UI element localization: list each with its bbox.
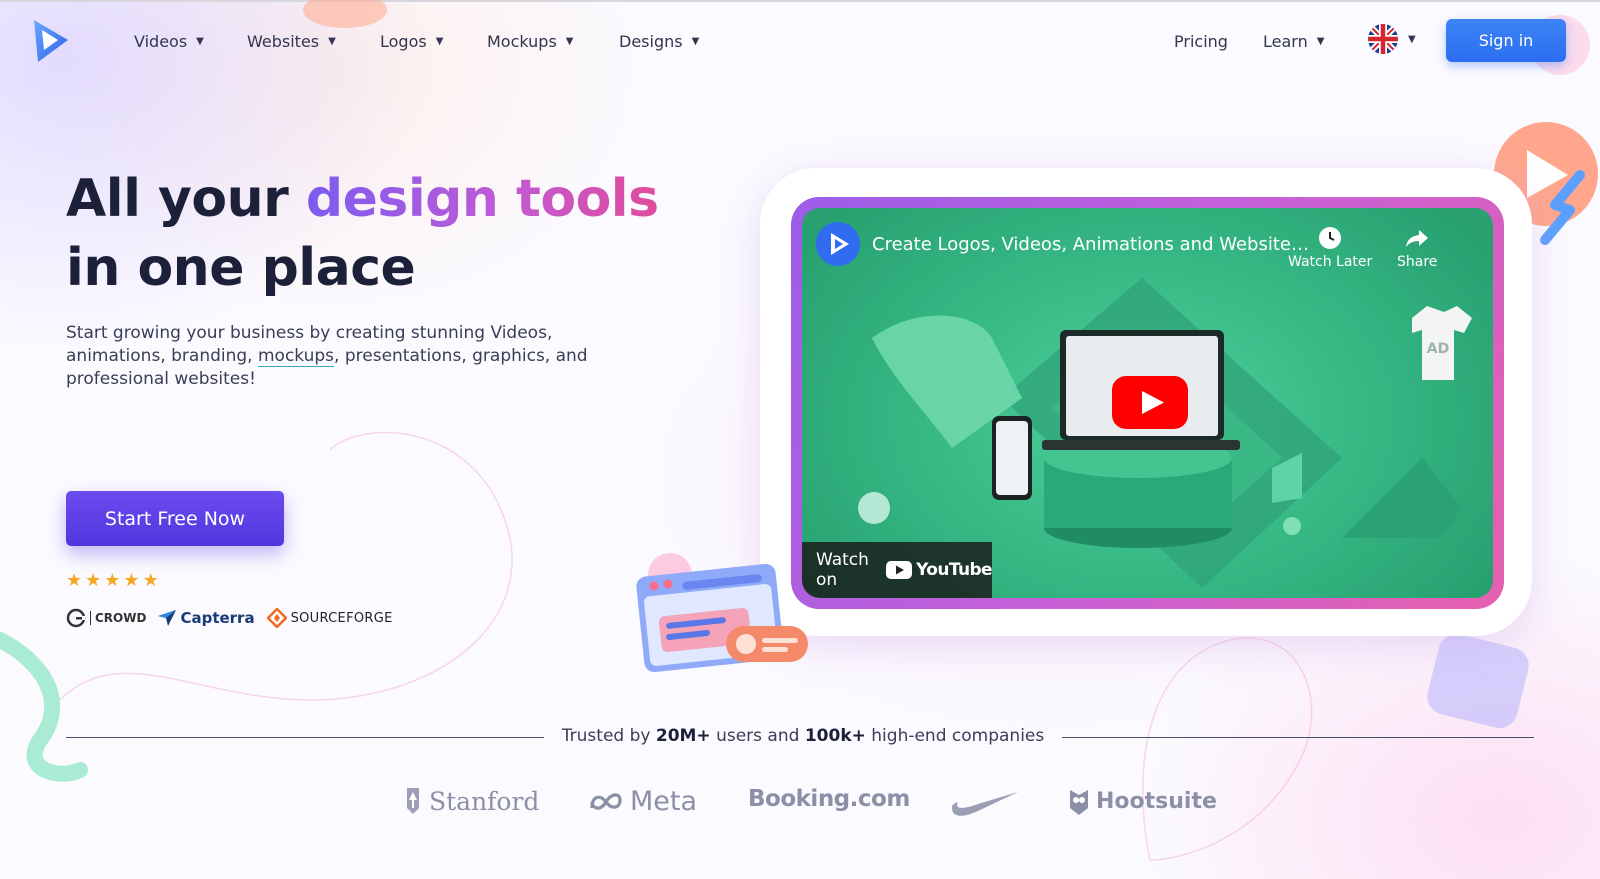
star-icon: ★	[123, 570, 140, 591]
uk-flag-icon	[1368, 24, 1398, 54]
share-label: Share	[1397, 254, 1438, 270]
capterra-badge: Capterra	[158, 609, 255, 627]
sign-in-button[interactable]: Sign in	[1446, 19, 1566, 62]
hootsuite-label: Hootsuite	[1096, 788, 1217, 814]
g2-crowd-badge: CROWD	[66, 608, 146, 628]
chevron-down-icon: ▼	[1408, 33, 1416, 45]
star-icon: ★	[142, 570, 159, 591]
start-free-button[interactable]: Start Free Now	[66, 491, 284, 546]
nav-learn-label: Learn	[1263, 31, 1308, 51]
meta-logo: Meta	[588, 786, 697, 817]
sourceforge-diamond-icon	[266, 608, 287, 628]
nike-swoosh-icon	[952, 792, 1018, 816]
nav-designs[interactable]: Designs ▼	[619, 28, 699, 54]
youtube-embed[interactable]: AD Create Logos, Videos, Animations and …	[802, 208, 1493, 598]
youtube-logo: YouTube	[886, 560, 993, 580]
channel-avatar-icon[interactable]	[816, 222, 860, 266]
youtube-wordmark: YouTube	[916, 560, 992, 580]
nav-websites-label: Websites	[247, 31, 320, 51]
companies-count: 100k+	[804, 726, 866, 746]
mockups-link[interactable]: mockups	[257, 346, 335, 367]
headline-highlight: design tools	[305, 169, 659, 229]
chevron-down-icon: ▼	[565, 35, 574, 47]
g2-logo-icon	[66, 608, 86, 628]
sourceforge-badge: SOURCEFORGE	[266, 608, 393, 628]
trusted-by-text: Trusted by 20M+ users and 100k+ high-end…	[548, 726, 1058, 746]
sourceforge-label: SOURCEFORGE	[290, 610, 393, 626]
chevron-down-icon: ▼	[1316, 35, 1325, 47]
nav-logos-label: Logos	[380, 31, 427, 51]
language-selector[interactable]: ▼	[1368, 24, 1416, 54]
booking-logo: Booking.com	[748, 786, 910, 812]
trusted-prefix: Trusted by	[561, 726, 656, 746]
capterra-arrow-icon	[158, 610, 177, 626]
share-icon	[1406, 230, 1429, 247]
hero-headline: All your design tools in one place	[66, 165, 706, 303]
watch-later-button[interactable]: Watch Later	[1288, 226, 1372, 270]
crowd-label: CROWD	[90, 611, 146, 625]
chevron-down-icon: ▼	[328, 35, 336, 47]
divider-right	[1062, 737, 1534, 738]
video-title[interactable]: Create Logos, Videos, Animations and Web…	[872, 234, 1309, 255]
stanford-logo: Stanford	[403, 786, 539, 816]
watch-on-label: Watch on	[816, 550, 869, 590]
nav-designs-label: Designs	[619, 31, 683, 51]
nav-logos[interactable]: Logos ▼	[380, 28, 443, 54]
hootsuite-logo: Hootsuite	[1068, 786, 1217, 816]
review-badges: CROWD Capterra SOURCEFORGE	[66, 608, 393, 628]
hero-subtitle: Start growing your business by creating …	[66, 322, 626, 391]
nav-pricing[interactable]: Pricing	[1174, 28, 1228, 54]
headline-part2: in one place	[66, 238, 416, 298]
star-icon: ★	[85, 570, 102, 591]
meta-label: Meta	[630, 786, 698, 817]
capterra-label: Capterra	[180, 609, 255, 627]
nav-mockups-label: Mockups	[487, 31, 557, 51]
chevron-down-icon: ▼	[691, 35, 700, 47]
brand-logo[interactable]	[32, 18, 70, 64]
star-icon: ★	[66, 570, 83, 591]
booking-label: Booking.com	[748, 786, 910, 812]
meta-infinity-icon	[590, 792, 622, 810]
svg-text:AD: AD	[1427, 341, 1449, 357]
star-icon: ★	[104, 570, 121, 591]
chevron-down-icon: ▼	[435, 35, 444, 47]
divider-left	[66, 737, 544, 738]
trusted-suffix: high-end companies	[865, 726, 1045, 746]
youtube-play-icon	[886, 561, 913, 579]
browser-window-illustration	[636, 564, 808, 673]
nav-videos-label: Videos	[134, 31, 188, 51]
owl-icon	[1070, 790, 1088, 815]
share-button[interactable]: Share	[1397, 226, 1437, 270]
nav-pricing-label: Pricing	[1174, 31, 1228, 51]
nav-learn[interactable]: Learn ▼	[1263, 28, 1324, 54]
watch-later-label: Watch Later	[1288, 254, 1373, 270]
users-count: 20M+	[655, 726, 711, 746]
clock-icon	[1319, 227, 1342, 249]
nav-mockups[interactable]: Mockups ▼	[487, 28, 574, 54]
chevron-down-icon: ▼	[196, 35, 204, 47]
watch-on-youtube-button[interactable]: Watch on YouTube	[802, 542, 993, 598]
stanford-label: Stanford	[429, 786, 540, 816]
trusted-middle: users and	[710, 726, 805, 746]
headline-part1: All your	[66, 169, 306, 229]
play-button-icon[interactable]	[1112, 376, 1188, 429]
nav-websites[interactable]: Websites ▼	[247, 28, 336, 54]
rating-stars: ★ ★ ★ ★ ★	[66, 570, 159, 591]
nav-videos[interactable]: Videos ▼	[134, 28, 204, 54]
stanford-tree-icon	[407, 788, 419, 814]
